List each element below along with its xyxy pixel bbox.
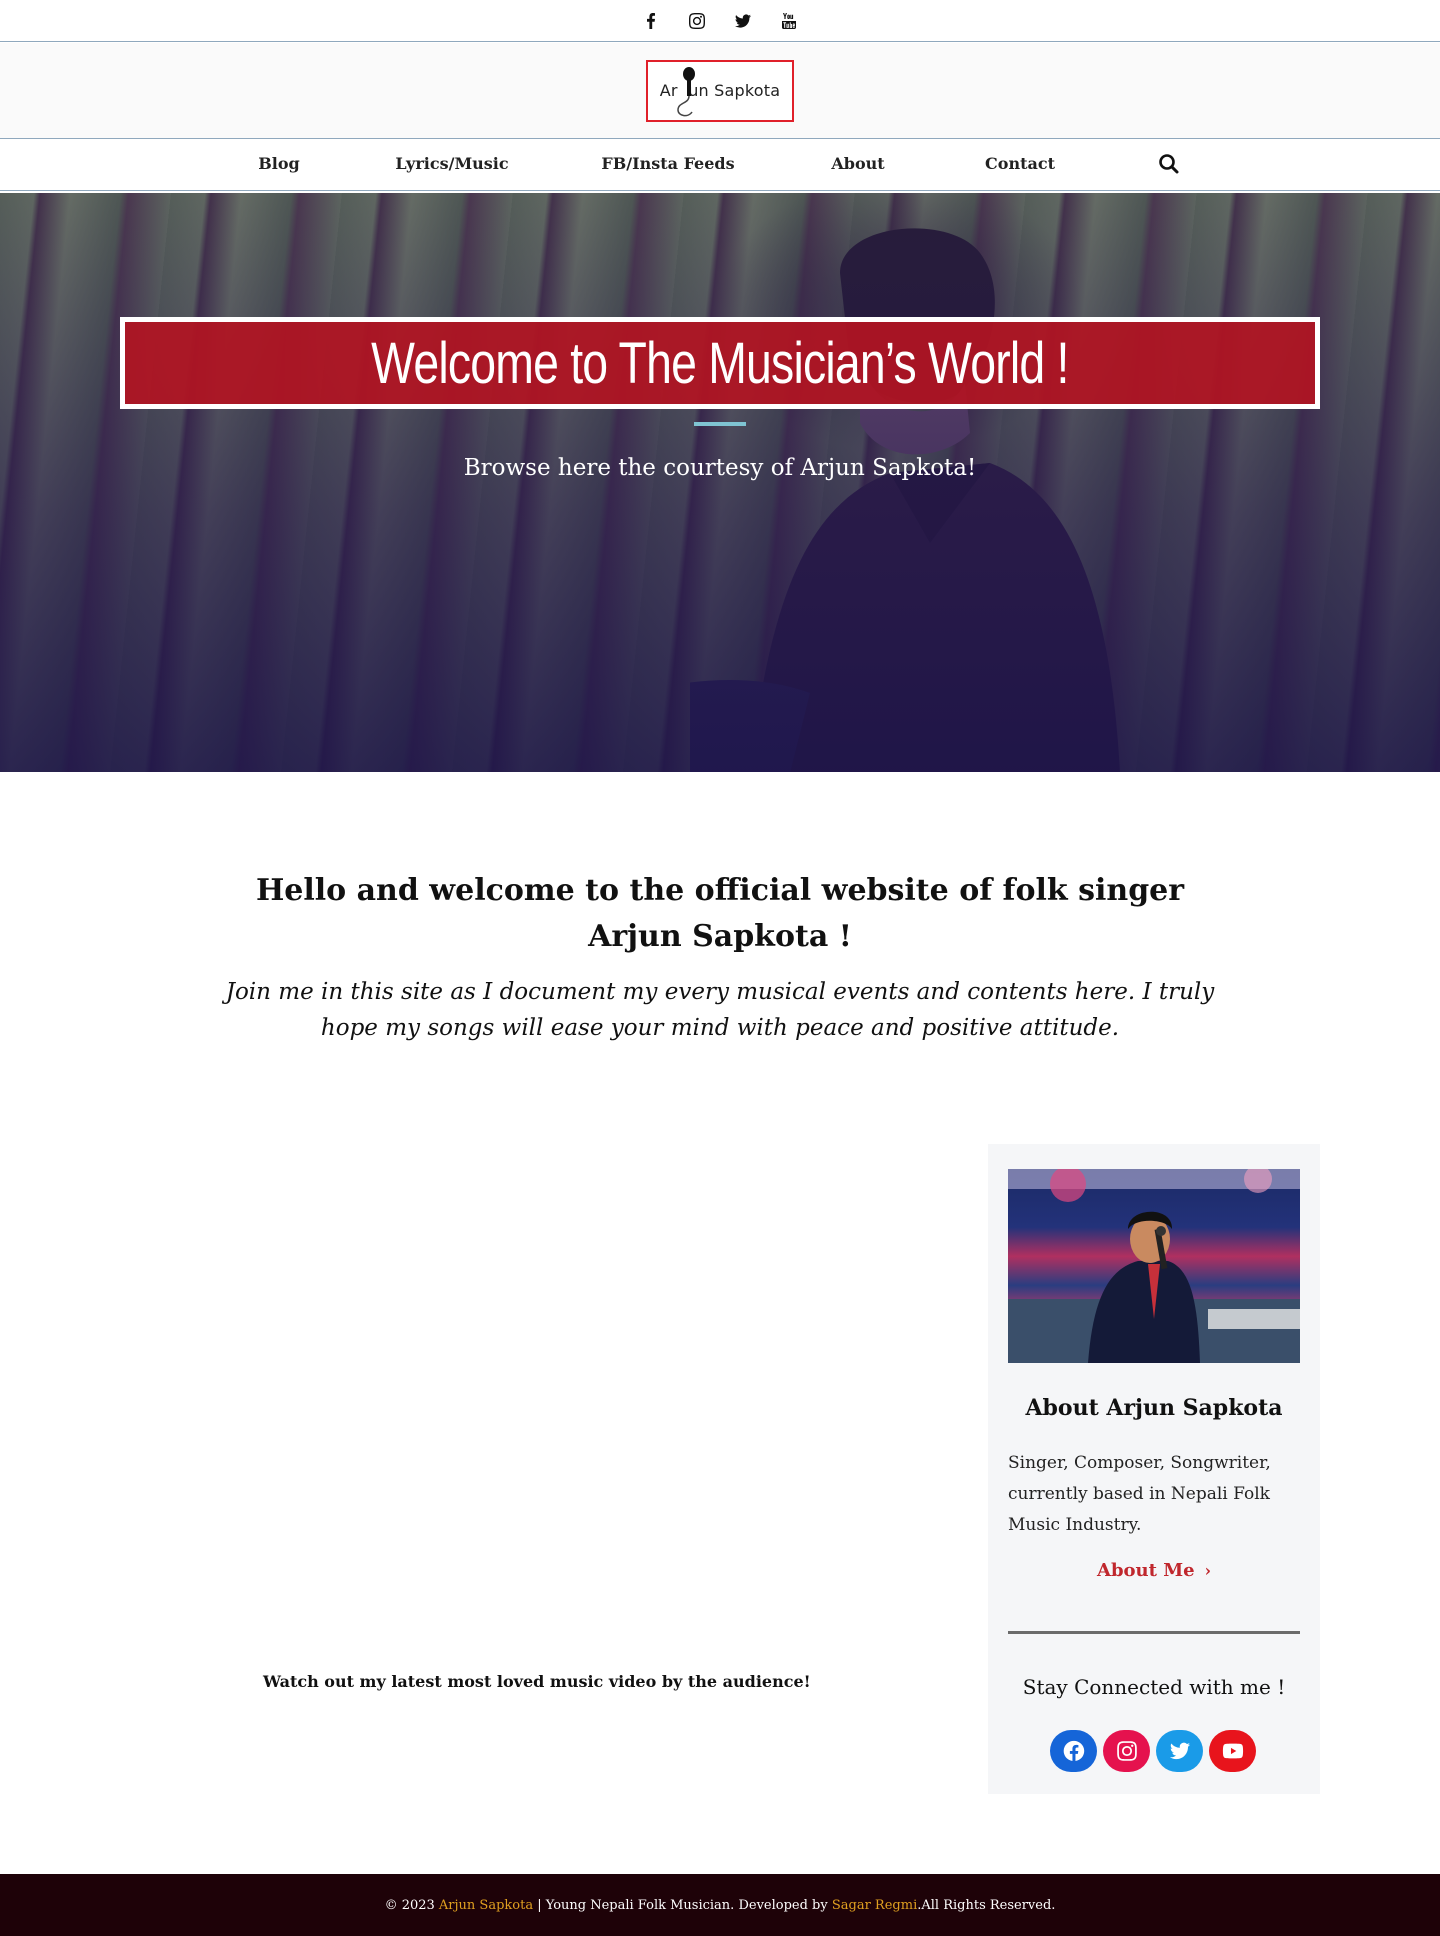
facebook-icon	[647, 12, 655, 29]
hero-overlay	[0, 193, 1440, 772]
about-title: About Arjun Sapkota	[1025, 1395, 1283, 1421]
stay-connected-heading: Stay Connected with me !	[1022, 1675, 1286, 1699]
instagram-button[interactable]	[1103, 1730, 1150, 1772]
twitter-icon	[735, 13, 751, 28]
hero-banner: Welcome to The Musician’s World ! Browse…	[0, 193, 1440, 772]
twitter-link[interactable]	[733, 11, 753, 31]
artist-photo	[1008, 1169, 1300, 1363]
instagram-icon	[689, 12, 705, 29]
video-caption: Watch out my latest most loved music vid…	[263, 1672, 811, 1691]
chevron-right-icon: ›	[1204, 1561, 1211, 1580]
nav-item-contact[interactable]: Contact	[985, 141, 1055, 191]
social-buttons	[1050, 1730, 1258, 1772]
main-nav: Blog Lyrics/Music FB/Insta Feeds About C…	[0, 141, 1440, 191]
nav-item-fb-insta-feeds[interactable]: FB/Insta Feeds	[601, 141, 734, 191]
about-text: Singer, Composer, Songwriter, currently …	[1008, 1453, 1271, 1535]
youtube-link[interactable]	[779, 11, 799, 31]
about-me-label: About Me	[1096, 1560, 1195, 1581]
footer-rights-text: .All Rights Reserved.	[917, 1897, 1056, 1913]
about-me-link[interactable]: About Me ›	[988, 1560, 1320, 1581]
twitter-button[interactable]	[1156, 1730, 1203, 1772]
hero-divider	[694, 422, 746, 426]
hero-subtitle: Browse here the courtesy of Arjun Sapkot…	[463, 455, 977, 481]
footer-artist-link[interactable]: Arjun Sapkota	[439, 1898, 533, 1913]
nav-item-about[interactable]: About	[831, 141, 884, 191]
intro-paragraph: Join me in this site as I document my ev…	[225, 979, 1215, 1041]
nav-item-blog[interactable]: Blog	[258, 141, 299, 191]
facebook-button[interactable]	[1050, 1730, 1097, 1772]
about-sidebar: About Arjun Sapkota Singer, Composer, So…	[988, 1144, 1320, 1794]
intro-section: Hello and welcome to the official websit…	[220, 868, 1220, 1046]
logo-band: Ar un Sapkota	[0, 43, 1440, 139]
twitter-icon	[1169, 1742, 1190, 1760]
microphone-icon	[677, 66, 695, 116]
intro-heading-name: Arjun Sapkota	[588, 919, 829, 954]
top-social-bar	[0, 0, 1440, 42]
facebook-link[interactable]	[641, 11, 661, 31]
youtube-icon	[782, 12, 796, 29]
intro-heading: Hello and welcome to the official websit…	[220, 868, 1220, 960]
footer-copyright: © 2023	[384, 1897, 439, 1913]
intro-heading-end: !	[828, 919, 852, 954]
footer-developer-link[interactable]: Sagar Regmi	[832, 1898, 917, 1913]
footer-middle-text: | Young Nepali Folk Musician. Developed …	[533, 1897, 832, 1913]
intro-heading-text: Hello and welcome to the official websit…	[255, 873, 1185, 908]
site-footer: © 2023 Arjun Sapkota | Young Nepali Folk…	[0, 1874, 1440, 1936]
youtube-button[interactable]	[1209, 1730, 1256, 1772]
instagram-icon	[1116, 1741, 1137, 1761]
youtube-icon	[1222, 1743, 1243, 1759]
instagram-link[interactable]	[687, 11, 707, 31]
search-button[interactable]	[1158, 153, 1182, 177]
hero-title: Welcome to The Musician’s World !	[371, 330, 1069, 396]
site-logo[interactable]: Ar un Sapkota	[646, 59, 794, 122]
facebook-icon	[1063, 1740, 1084, 1761]
search-icon	[1159, 154, 1179, 174]
hero-title-box: Welcome to The Musician’s World !	[120, 317, 1320, 409]
sidebar-divider	[1008, 1631, 1300, 1634]
nav-item-lyrics-music[interactable]: Lyrics/Music	[395, 141, 508, 191]
artist-photo-art	[1008, 1169, 1300, 1363]
